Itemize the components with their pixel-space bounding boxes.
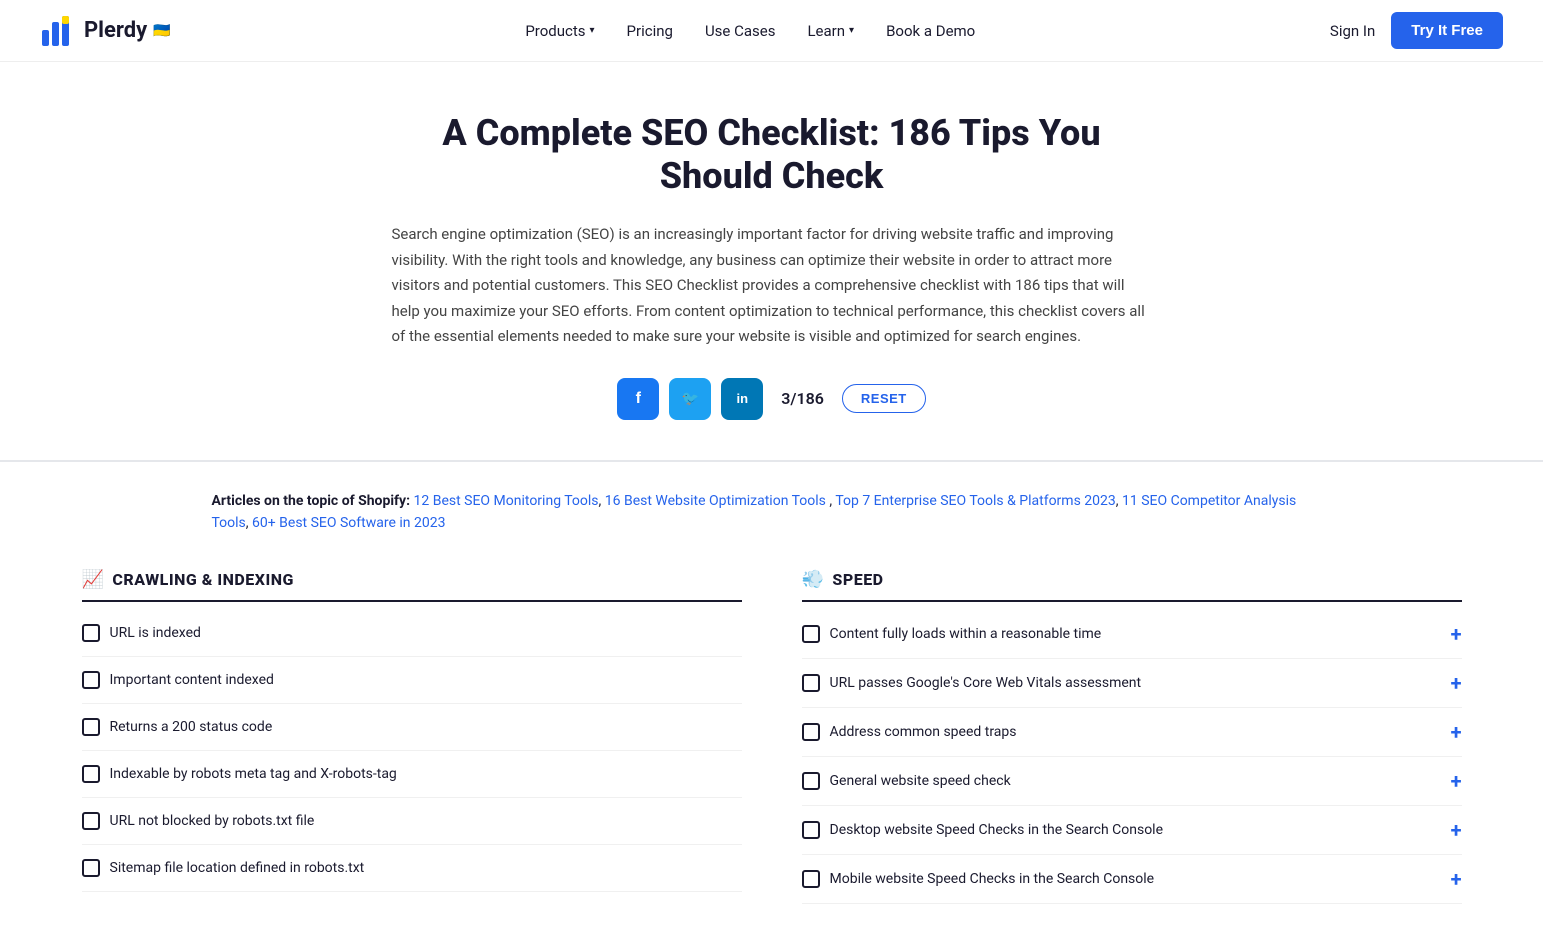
chevron-down-icon: ▾ xyxy=(849,25,854,36)
social-row: f 🐦 in 3/186 RESET xyxy=(392,378,1152,420)
sign-in-link[interactable]: Sign In xyxy=(1330,22,1375,40)
twitter-icon: 🐦 xyxy=(682,390,699,407)
list-item: Important content indexed xyxy=(82,657,742,704)
expand-button-sp5[interactable]: + xyxy=(1451,820,1462,840)
facebook-icon: f xyxy=(636,390,641,408)
expand-button-sp6[interactable]: + xyxy=(1451,869,1462,889)
logo-flag: 🇺🇦 xyxy=(153,23,170,39)
checkbox-sp6[interactable] xyxy=(802,870,820,888)
expand-button-sp1[interactable]: + xyxy=(1451,624,1462,644)
list-item: Address common speed traps + xyxy=(802,708,1462,757)
list-item: Sitemap file location defined in robots.… xyxy=(82,845,742,892)
item-label-sp6: Mobile website Speed Checks in the Searc… xyxy=(830,871,1155,887)
list-item: URL is indexed xyxy=(82,610,742,657)
checklist-grid: 📈 CRAWLING & INDEXING URL is indexed Imp… xyxy=(42,559,1502,944)
nav-item-products[interactable]: Products ▾ xyxy=(525,22,594,40)
linkedin-share-button[interactable]: in xyxy=(721,378,763,420)
checkbox-sp2[interactable] xyxy=(802,674,820,692)
expand-button-sp2[interactable]: + xyxy=(1451,673,1462,693)
checkbox-ci6[interactable] xyxy=(82,859,100,877)
linkedin-icon: in xyxy=(736,391,748,406)
facebook-share-button[interactable]: f xyxy=(617,378,659,420)
speed-icon: 💨 xyxy=(802,569,825,590)
logo-icon xyxy=(40,12,78,50)
item-label-ci6: Sitemap file location defined in robots.… xyxy=(110,860,365,876)
checkbox-ci2[interactable] xyxy=(82,671,100,689)
list-item: URL passes Google's Core Web Vitals asse… xyxy=(802,659,1462,708)
speed-section: 💨 SPEED Content fully loads within a rea… xyxy=(802,559,1462,904)
hero-section: A Complete SEO Checklist: 186 Tips You S… xyxy=(372,62,1172,460)
article-link-3[interactable]: Top 7 Enterprise SEO Tools & Platforms 2… xyxy=(835,493,1115,509)
article-link-2[interactable]: 16 Best Website Optimization Tools xyxy=(605,493,826,509)
item-label-sp1: Content fully loads within a reasonable … xyxy=(830,626,1102,642)
article-link-5[interactable]: 60+ Best SEO Software in 2023 xyxy=(252,515,445,531)
expand-button-sp3[interactable]: + xyxy=(1451,722,1462,742)
list-item: Indexable by robots meta tag and X-robot… xyxy=(82,751,742,798)
logo-text: Plerdy xyxy=(84,18,147,43)
articles-prefix: Articles on the topic of Shopify: xyxy=(212,493,411,509)
checkbox-ci4[interactable] xyxy=(82,765,100,783)
item-label-ci2: Important content indexed xyxy=(110,672,274,688)
item-label-ci4: Indexable by robots meta tag and X-robot… xyxy=(110,766,397,782)
item-label-ci5: URL not blocked by robots.txt file xyxy=(110,813,315,829)
list-item: Desktop website Speed Checks in the Sear… xyxy=(802,806,1462,855)
nav-item-pricing[interactable]: Pricing xyxy=(627,22,673,40)
articles-row: Articles on the topic of Shopify: 12 Bes… xyxy=(172,490,1372,535)
checkbox-sp5[interactable] xyxy=(802,821,820,839)
checkbox-ci1[interactable] xyxy=(82,624,100,642)
list-item: Content fully loads within a reasonable … xyxy=(802,610,1462,659)
section-divider xyxy=(0,460,1543,462)
item-label-sp4: General website speed check xyxy=(830,773,1011,789)
nav-item-book-demo[interactable]: Book a Demo xyxy=(886,22,975,40)
list-item: Returns a 200 status code xyxy=(82,704,742,751)
crawling-section-header: 📈 CRAWLING & INDEXING xyxy=(82,569,742,602)
item-label-sp2: URL passes Google's Core Web Vitals asse… xyxy=(830,675,1142,691)
logo-link[interactable]: Plerdy 🇺🇦 xyxy=(40,12,171,50)
nav-right: Sign In Try It Free xyxy=(1330,12,1503,49)
checkbox-sp1[interactable] xyxy=(802,625,820,643)
checkbox-sp4[interactable] xyxy=(802,772,820,790)
nav-item-use-cases[interactable]: Use Cases xyxy=(705,22,776,40)
twitter-share-button[interactable]: 🐦 xyxy=(669,378,711,420)
try-free-button[interactable]: Try It Free xyxy=(1391,12,1503,49)
expand-button-sp4[interactable]: + xyxy=(1451,771,1462,791)
crawling-icon: 📈 xyxy=(82,569,105,590)
crawling-indexing-section: 📈 CRAWLING & INDEXING URL is indexed Imp… xyxy=(82,559,742,904)
crawling-section-title: CRAWLING & INDEXING xyxy=(112,570,293,589)
checkbox-sp3[interactable] xyxy=(802,723,820,741)
nav-item-learn[interactable]: Learn ▾ xyxy=(807,22,854,40)
page-title: A Complete SEO Checklist: 186 Tips You S… xyxy=(392,112,1152,198)
chevron-down-icon: ▾ xyxy=(590,25,595,36)
reset-button[interactable]: RESET xyxy=(842,384,926,413)
item-label-sp3: Address common speed traps xyxy=(830,724,1017,740)
list-item: General website speed check + xyxy=(802,757,1462,806)
speed-section-header: 💨 SPEED xyxy=(802,569,1462,602)
navbar: Plerdy 🇺🇦 Products ▾ Pricing Use Cases L… xyxy=(0,0,1543,62)
item-label-ci1: URL is indexed xyxy=(110,625,201,641)
nav-links: Products ▾ Pricing Use Cases Learn ▾ Boo… xyxy=(525,22,975,40)
article-link-1[interactable]: 12 Best SEO Monitoring Tools xyxy=(414,493,599,509)
list-item: Mobile website Speed Checks in the Searc… xyxy=(802,855,1462,904)
item-label-ci3: Returns a 200 status code xyxy=(110,719,273,735)
hero-description: Search engine optimization (SEO) is an i… xyxy=(392,222,1152,350)
speed-section-title: SPEED xyxy=(832,570,883,589)
checkbox-ci3[interactable] xyxy=(82,718,100,736)
item-label-sp5: Desktop website Speed Checks in the Sear… xyxy=(830,822,1164,838)
checklist-counter: 3/186 xyxy=(781,389,824,408)
checkbox-ci5[interactable] xyxy=(82,812,100,830)
